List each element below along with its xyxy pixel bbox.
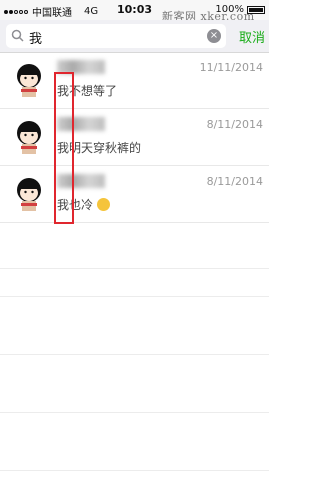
- divider: [0, 412, 269, 413]
- result-row[interactable]: 8/11/2014 我明天穿秋裤的: [0, 109, 269, 166]
- crying-laughing-emoji-icon: [96, 198, 110, 211]
- search-icon: [11, 29, 24, 42]
- message-date: 11/11/2014: [199, 61, 263, 74]
- search-input[interactable]: 我 ×: [6, 24, 226, 48]
- result-row[interactable]: 11/11/2014 我不想等了: [0, 52, 269, 109]
- result-row[interactable]: 8/11/2014 我也冷: [0, 166, 269, 223]
- message-date: 8/11/2014: [206, 118, 263, 131]
- highlight-annotation: [54, 72, 74, 224]
- divider: [0, 470, 269, 471]
- cancel-button[interactable]: 取消: [239, 27, 265, 46]
- search-results: 11/11/2014 我不想等了 8/11/2014 我明天穿秋裤的 8/11/…: [0, 52, 269, 223]
- avatar: [17, 178, 41, 211]
- divider: [0, 354, 269, 355]
- avatar: [17, 64, 41, 97]
- divider: [0, 296, 269, 297]
- search-query: 我: [29, 32, 43, 47]
- clear-icon[interactable]: ×: [207, 29, 221, 43]
- search-bar: 我 × 取消: [0, 20, 269, 53]
- message-date: 8/11/2014: [206, 175, 263, 188]
- divider: [0, 268, 269, 269]
- avatar: [17, 121, 41, 154]
